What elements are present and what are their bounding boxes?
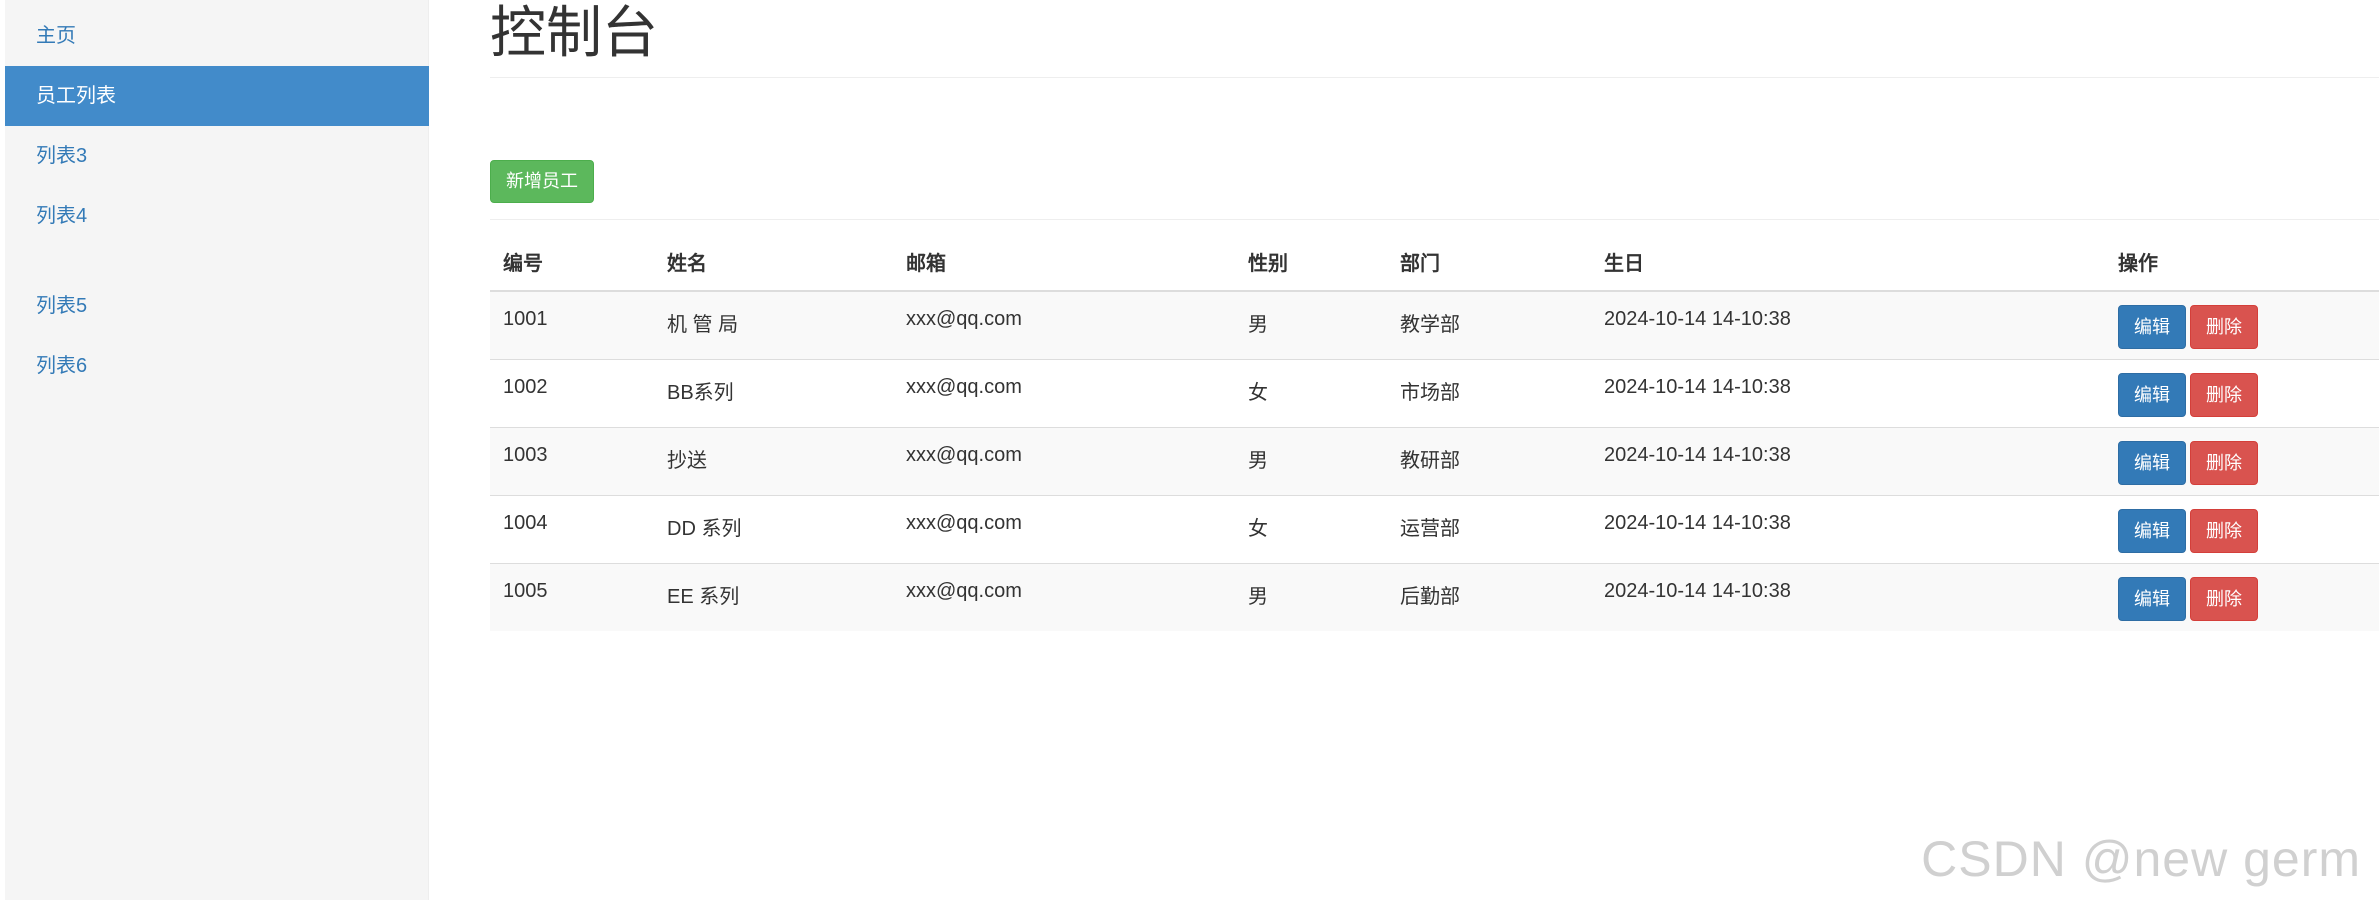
cell-gender: 女 (1235, 494, 1387, 563)
cell-actions: 编辑 删除 (2105, 562, 2379, 631)
cell-name: 抄送 (654, 426, 893, 495)
edit-button[interactable]: 编辑 (2118, 440, 2186, 485)
header-email: 邮箱 (893, 232, 1235, 292)
header-birthday: 生日 (1591, 232, 2105, 292)
cell-gender: 男 (1235, 562, 1387, 631)
header-actions: 操作 (2105, 232, 2379, 292)
sidebar-item-list5[interactable]: 列表5 (5, 276, 429, 336)
cell-id: 1004 (490, 494, 654, 563)
cell-birthday: 2024-10-14 14-10:38 (1591, 358, 2105, 427)
cell-actions: 编辑 删除 (2105, 494, 2379, 563)
sidebar-item-employee-list[interactable]: 员工列表 (5, 66, 429, 126)
cell-email: xxx@qq.com (893, 358, 1235, 427)
delete-button[interactable]: 删除 (2190, 305, 2258, 349)
watermark: CSDN @new germ (1921, 831, 2361, 887)
cell-name: BB系列 (654, 358, 893, 427)
delete-button[interactable]: 删除 (2190, 576, 2258, 621)
main-content: 控制台 新增员工 编号 姓名 邮箱 性别 部门 生日 操作 1001 机 管 局… (490, 0, 2379, 900)
sidebar-item-list6[interactable]: 列表6 (5, 336, 429, 396)
cell-gender: 男 (1235, 426, 1387, 495)
cell-name: DD 系列 (654, 494, 893, 563)
cell-actions: 编辑 删除 (2105, 290, 2379, 359)
sidebar-item-home[interactable]: 主页 (5, 6, 429, 66)
header-name: 姓名 (654, 232, 893, 292)
delete-button[interactable]: 删除 (2190, 440, 2258, 485)
header-department: 部门 (1387, 232, 1591, 292)
add-employee-button[interactable]: 新增员工 (490, 160, 594, 203)
sidebar-item-list4[interactable]: 列表4 (5, 186, 429, 246)
cell-gender: 男 (1235, 290, 1387, 359)
sidebar-item-list3[interactable]: 列表3 (5, 126, 429, 186)
cell-gender: 女 (1235, 358, 1387, 427)
cell-department: 教学部 (1387, 290, 1591, 359)
table-row: 1004 DD 系列 xxx@qq.com 女 运营部 2024-10-14 1… (490, 494, 2379, 563)
cell-id: 1003 (490, 426, 654, 495)
sidebar: 主页 员工列表 列表3 列表4 列表5 列表6 (5, 0, 429, 900)
header-id: 编号 (490, 232, 654, 292)
cell-name: EE 系列 (654, 562, 893, 631)
cell-birthday: 2024-10-14 14-10:38 (1591, 290, 2105, 359)
title-divider (490, 77, 2379, 78)
cell-id: 1002 (490, 358, 654, 427)
table-row: 1001 机 管 局 xxx@qq.com 男 教学部 2024-10-14 1… (490, 290, 2379, 359)
table-row: 1003 抄送 xxx@qq.com 男 教研部 2024-10-14 14-1… (490, 426, 2379, 495)
table-header-row: 编号 姓名 邮箱 性别 部门 生日 操作 (490, 232, 2379, 292)
delete-button[interactable]: 删除 (2190, 372, 2258, 417)
table-row: 1002 BB系列 xxx@qq.com 女 市场部 2024-10-14 14… (490, 358, 2379, 427)
cell-id: 1001 (490, 290, 654, 359)
cell-birthday: 2024-10-14 14-10:38 (1591, 494, 2105, 563)
table-divider (490, 219, 2379, 220)
cell-email: xxx@qq.com (893, 562, 1235, 631)
cell-actions: 编辑 删除 (2105, 358, 2379, 427)
table-row: 1005 EE 系列 xxx@qq.com 男 后勤部 2024-10-14 1… (490, 562, 2379, 631)
cell-department: 市场部 (1387, 358, 1591, 427)
cell-email: xxx@qq.com (893, 494, 1235, 563)
edit-button[interactable]: 编辑 (2118, 576, 2186, 621)
cell-birthday: 2024-10-14 14-10:38 (1591, 562, 2105, 631)
cell-department: 后勤部 (1387, 562, 1591, 631)
cell-name: 机 管 局 (654, 290, 893, 359)
employee-table: 编号 姓名 邮箱 性别 部门 生日 操作 1001 机 管 局 xxx@qq.c… (490, 232, 2379, 631)
edit-button[interactable]: 编辑 (2118, 508, 2186, 553)
cell-department: 运营部 (1387, 494, 1591, 563)
cell-birthday: 2024-10-14 14-10:38 (1591, 426, 2105, 495)
edit-button[interactable]: 编辑 (2118, 372, 2186, 417)
delete-button[interactable]: 删除 (2190, 508, 2258, 553)
edit-button[interactable]: 编辑 (2118, 305, 2186, 349)
cell-id: 1005 (490, 562, 654, 631)
header-gender: 性别 (1235, 232, 1387, 292)
cell-department: 教研部 (1387, 426, 1591, 495)
cell-email: xxx@qq.com (893, 290, 1235, 359)
page-title: 控制台 (490, 1, 658, 64)
cell-email: xxx@qq.com (893, 426, 1235, 495)
cell-actions: 编辑 删除 (2105, 426, 2379, 495)
